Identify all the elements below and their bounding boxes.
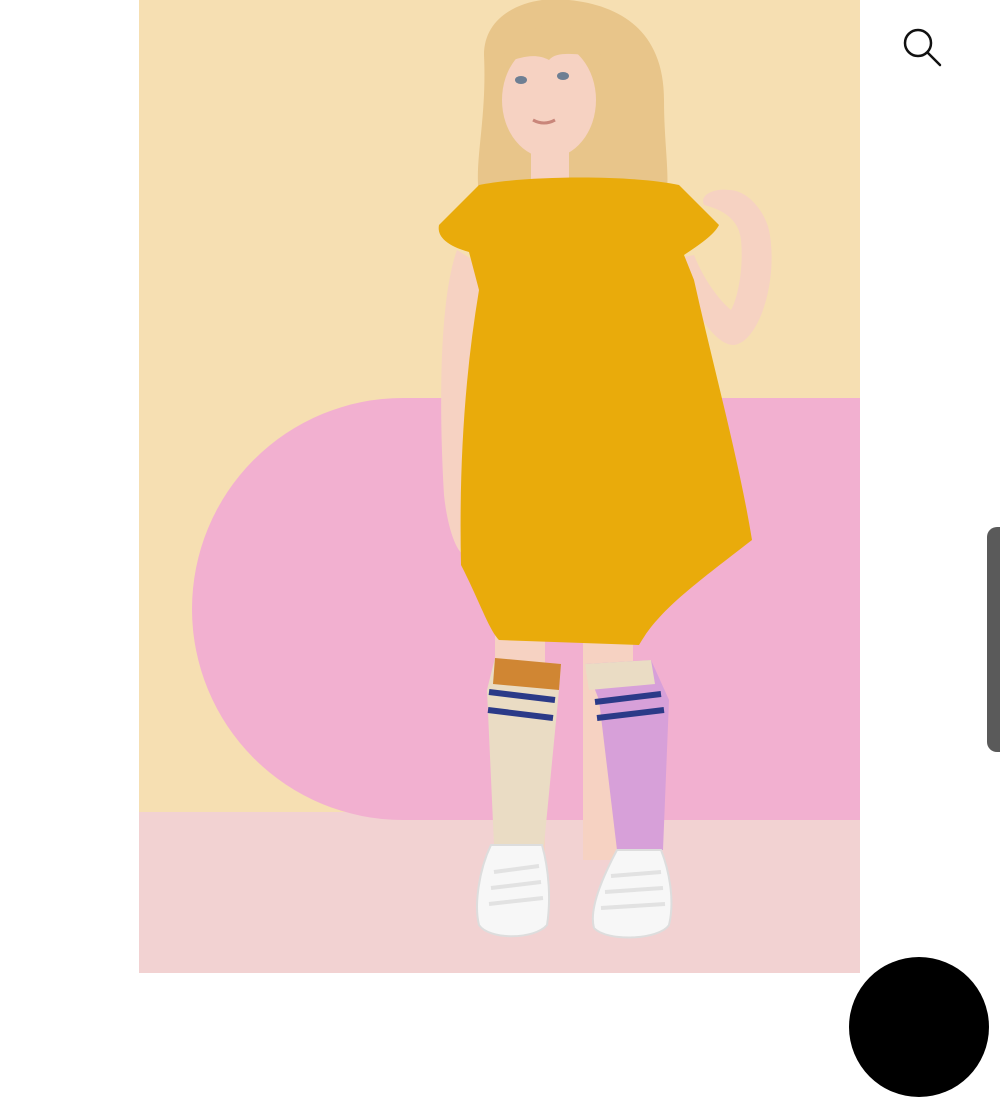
search-button[interactable] bbox=[895, 20, 949, 74]
product-image[interactable] bbox=[139, 0, 860, 973]
product-photo bbox=[139, 0, 860, 973]
floating-action-button[interactable] bbox=[849, 957, 989, 1097]
side-scroll-handle[interactable] bbox=[987, 527, 1000, 752]
child-eye-right bbox=[557, 72, 569, 80]
search-icon bbox=[903, 28, 942, 67]
child-eye-left bbox=[515, 76, 527, 84]
shoe-left bbox=[476, 844, 551, 938]
